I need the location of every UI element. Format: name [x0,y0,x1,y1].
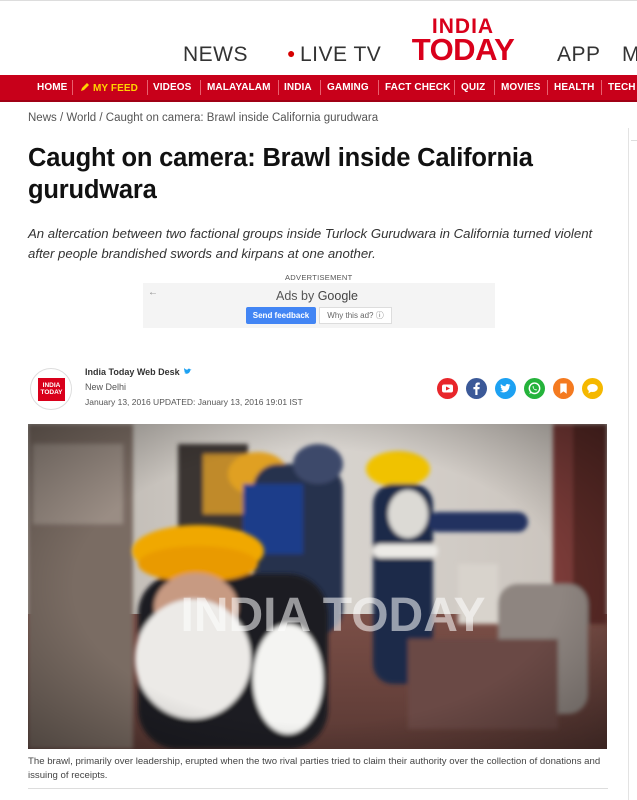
author-logo-text: INDIA TODAY [38,378,65,401]
nav-item-tech[interactable]: TECH [608,82,636,93]
nav-item-gaming[interactable]: GAMING [327,82,369,93]
back-arrow-icon[interactable]: ← [148,287,158,298]
nav-divider [320,80,321,95]
nav-item-health[interactable]: HEALTH [554,82,594,93]
comment-icon[interactable] [582,378,603,399]
india-today-logo[interactable]: INDIA TODAY [404,16,522,68]
ads-by-label: Ads by [276,289,318,303]
nav-item-movies[interactable]: MOVIES [501,82,541,93]
send-feedback-button[interactable]: Send feedback [246,307,316,324]
nav-item-india[interactable]: INDIA [284,82,312,93]
nav-divider [454,80,455,95]
youtube-icon[interactable] [437,378,458,399]
twitter-icon[interactable] [495,378,516,399]
why-this-ad-button[interactable]: Why this ad? ⓘ [319,307,392,324]
breadcrumb-news[interactable]: News [28,112,57,124]
sidebar-edge [631,140,637,800]
breadcrumb-world[interactable]: World [66,112,96,124]
article-summary: An altercation between two factional gro… [28,226,593,261]
publish-date: January 13, 2016 UPDATED: January 13, 20… [85,397,303,407]
breadcrumb-current: Caught on camera: Brawl inside Californi… [105,112,379,124]
header-link-live-tv[interactable]: ● LIVE TV [287,43,381,67]
nav-divider [378,80,379,95]
header-link-app[interactable]: APP [557,43,601,67]
site-header: NEWS ● LIVE TV INDIA TODAY APP M [0,0,637,75]
ads-by-google: Ads by Google [276,289,358,303]
google-label: Google [317,289,358,303]
whatsapp-icon[interactable] [524,378,545,399]
nav-divider [494,80,495,95]
ad-label: ADVERTISEMENT [285,273,353,282]
nav-item-quiz[interactable]: QUIZ [461,82,485,93]
logo-line-2: TODAY [411,32,515,68]
header-link-more[interactable]: M [622,43,637,67]
breadcrumb-separator: / [96,112,106,124]
nav-divider [72,80,73,95]
column-divider [628,128,629,800]
author-name[interactable]: India Today Web Desk [85,367,192,377]
video-caption: The brawl, primarily over leadership, er… [28,756,601,781]
nav-divider [200,80,201,95]
twitter-bird-icon [183,368,192,374]
nav-divider [547,80,548,95]
nav-item-videos[interactable]: VIDEOS [153,82,191,93]
live-tv-label: LIVE TV [299,43,382,66]
divider [28,788,608,789]
nav-divider [601,80,602,95]
facebook-icon[interactable] [466,378,487,399]
pencil-icon [81,83,89,91]
author-location: New Delhi [85,382,127,392]
nav-item-my-feed[interactable]: MY FEED [80,82,138,94]
nav-item-home[interactable]: HOME [37,82,67,93]
author-name-label: India Today Web Desk [85,367,180,377]
author-avatar[interactable]: INDIA TODAY [30,368,72,410]
nav-divider [147,80,148,95]
bookmark-icon[interactable] [553,378,574,399]
nav-item-my-feed-label: MY FEED [93,83,138,94]
video-player[interactable]: INDIA TODAY [28,424,607,749]
breadcrumb: News / World / Caught on camera: Brawl i… [28,112,378,124]
nav-item-malayalam[interactable]: MALAYALAM [207,82,271,93]
video-watermark: INDIA TODAY [181,589,486,642]
nav-item-fact-check[interactable]: FACT CHECK [385,82,450,93]
nav-divider [278,80,279,95]
main-nav: HOME MY FEED VIDEOS MALAYALAM INDIA GAMI… [0,75,637,102]
live-dot-icon: ● [287,45,296,61]
ad-container: ← Ads by Google Send feedback Why this a… [143,283,495,328]
breadcrumb-separator: / [56,112,67,124]
header-link-news[interactable]: NEWS [183,43,248,67]
page-title: Caught on camera: Brawl inside Californi… [28,144,533,204]
video-frame: INDIA TODAY [28,424,607,749]
